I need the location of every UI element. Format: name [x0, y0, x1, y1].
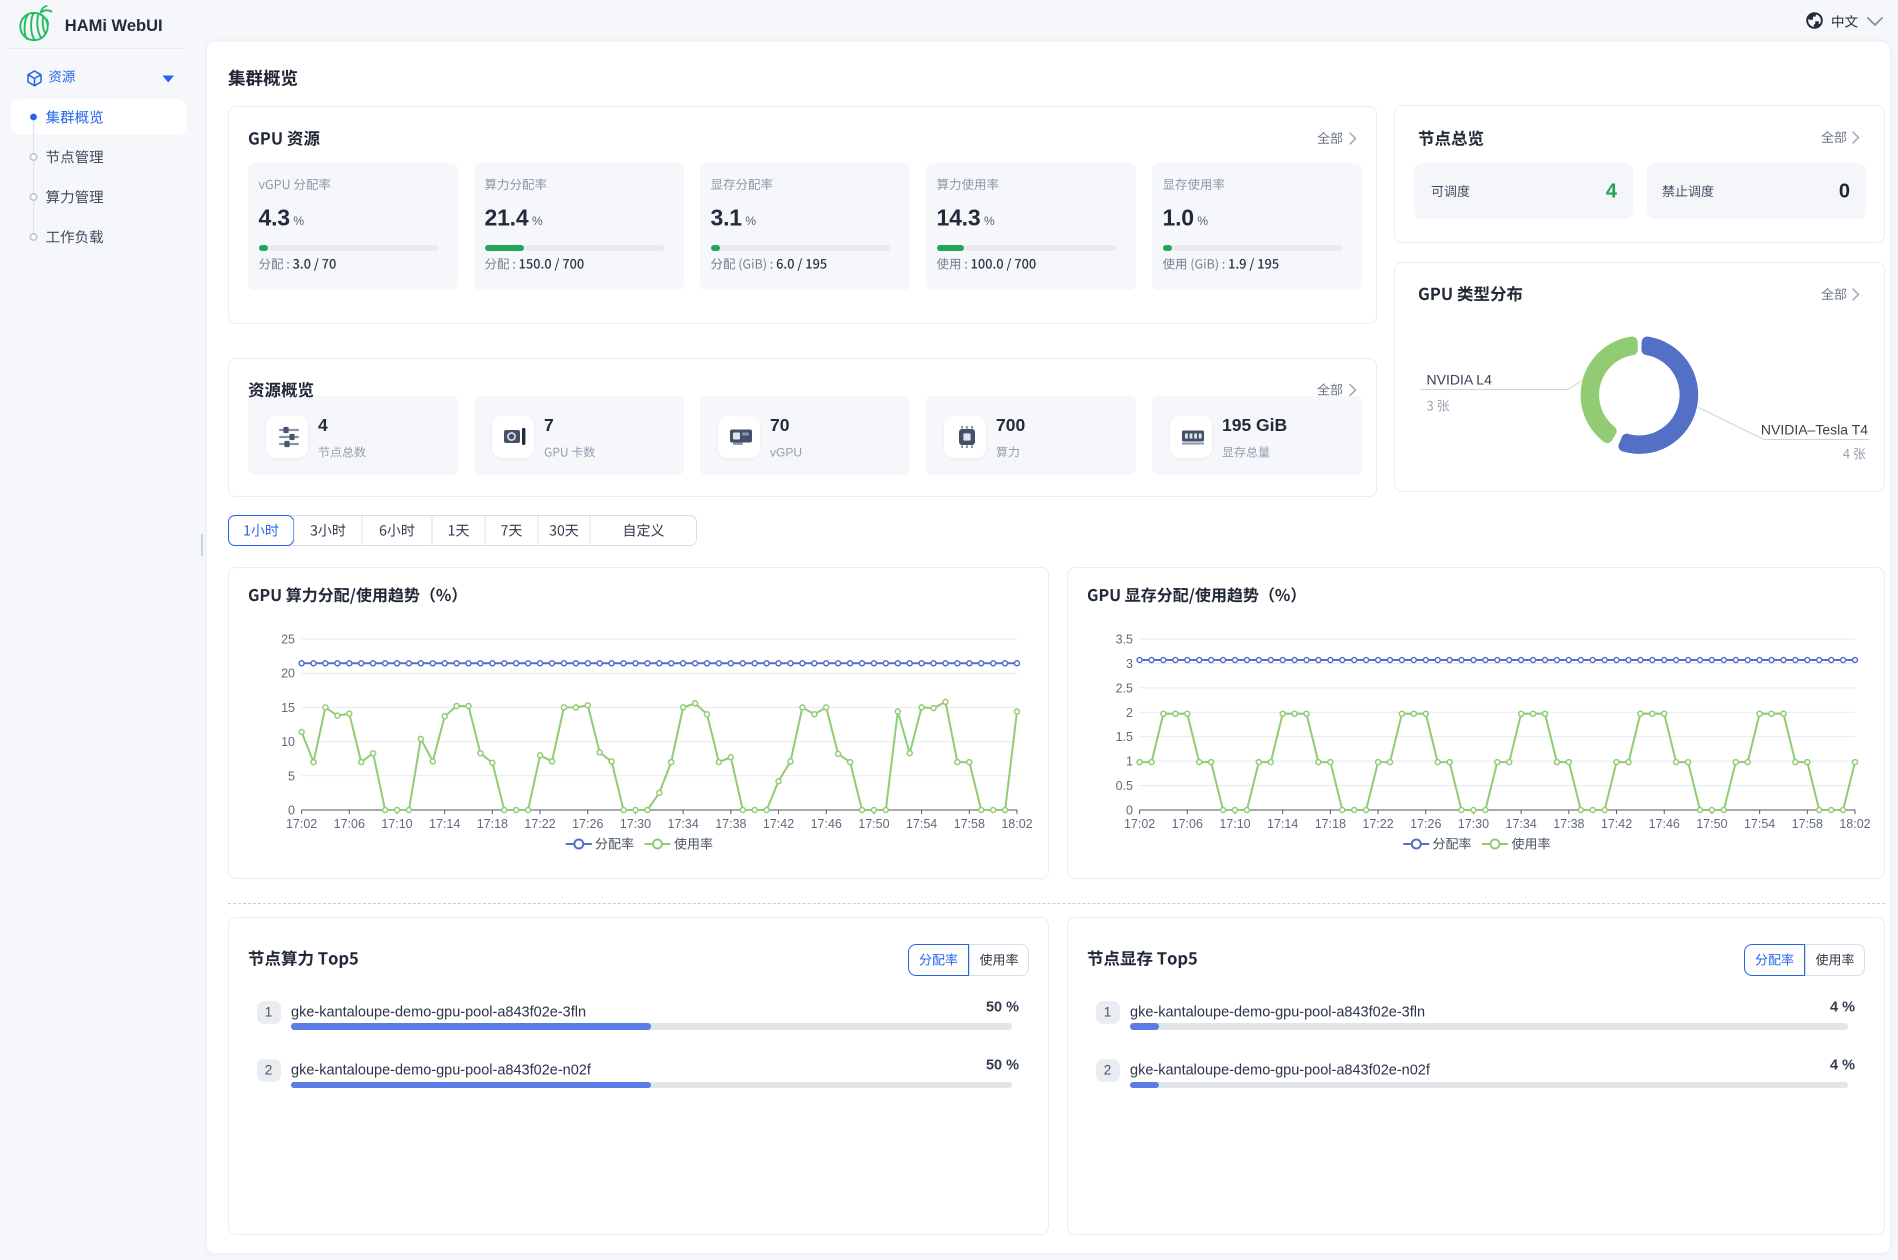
svg-text:10: 10 [281, 735, 295, 749]
svg-text:NVIDIA–Tesla T4: NVIDIA–Tesla T4 [1761, 422, 1868, 438]
svg-text:17:30: 17:30 [620, 817, 651, 831]
svg-text:17:26: 17:26 [572, 817, 603, 831]
svg-text:4.3: 4.3 [259, 205, 290, 231]
svg-text:17:38: 17:38 [1553, 817, 1584, 831]
svg-text:17:22: 17:22 [1362, 817, 1393, 831]
svg-text:1: 1 [1126, 755, 1133, 769]
svg-text:vGPU: vGPU [770, 446, 802, 460]
svg-text:18:02: 18:02 [1001, 817, 1032, 831]
svg-text:1.0: 1.0 [1163, 205, 1194, 231]
svg-text:%: % [293, 214, 304, 228]
svg-text:3: 3 [1126, 657, 1133, 671]
svg-text:2: 2 [1104, 1063, 1112, 1078]
svg-text:%: % [1197, 214, 1208, 228]
svg-text:7: 7 [544, 415, 554, 435]
svg-text:21.4: 21.4 [485, 205, 529, 231]
svg-text:17:34: 17:34 [668, 817, 699, 831]
svg-text:17:54: 17:54 [906, 817, 937, 831]
svg-text:0: 0 [288, 804, 295, 818]
svg-text:17:46: 17:46 [811, 817, 842, 831]
svg-text:1: 1 [265, 1004, 273, 1019]
svg-text:0: 0 [1126, 804, 1133, 818]
svg-text:50 %: 50 % [986, 1058, 1019, 1074]
svg-text:gke-kantaloupe-demo-gpu-pool-a: gke-kantaloupe-demo-gpu-pool-a843f02e-n0… [291, 1063, 592, 1079]
svg-text:17:42: 17:42 [1601, 817, 1632, 831]
svg-text:2: 2 [1126, 706, 1133, 720]
svg-text:2.5: 2.5 [1116, 681, 1133, 695]
svg-text:17:02: 17:02 [1124, 817, 1155, 831]
svg-text:17:10: 17:10 [1219, 817, 1250, 831]
svg-text:17:22: 17:22 [524, 817, 555, 831]
svg-text:50 %: 50 % [986, 1000, 1019, 1016]
svg-text:17:14: 17:14 [1267, 817, 1298, 831]
svg-text:17:54: 17:54 [1744, 817, 1775, 831]
svg-text:17:26: 17:26 [1410, 817, 1441, 831]
svg-text:gke-kantaloupe-demo-gpu-pool-a: gke-kantaloupe-demo-gpu-pool-a843f02e-n0… [1130, 1063, 1431, 1079]
svg-text:4: 4 [1606, 181, 1618, 203]
svg-text:20: 20 [281, 667, 295, 681]
svg-text:17:50: 17:50 [1696, 817, 1727, 831]
svg-text:4: 4 [318, 415, 328, 435]
svg-text:70: 70 [770, 415, 790, 435]
svg-text:17:42: 17:42 [763, 817, 794, 831]
svg-text:17:18: 17:18 [1315, 817, 1346, 831]
svg-text:%: % [745, 214, 756, 228]
svg-text:%: % [984, 214, 995, 228]
svg-text:NVIDIA L4: NVIDIA L4 [1427, 372, 1493, 388]
svg-text:2: 2 [265, 1063, 273, 1078]
svg-text:3.1: 3.1 [711, 205, 743, 231]
svg-text:17:50: 17:50 [858, 817, 889, 831]
svg-text:17:06: 17:06 [1172, 817, 1203, 831]
svg-text:0.5: 0.5 [1116, 779, 1133, 793]
svg-text:17:14: 17:14 [429, 817, 460, 831]
svg-text:4 %: 4 % [1830, 1058, 1855, 1074]
svg-text:3.5: 3.5 [1116, 633, 1133, 647]
svg-text:17:06: 17:06 [334, 817, 365, 831]
svg-text:17:30: 17:30 [1458, 817, 1489, 831]
svg-text:14.3: 14.3 [937, 205, 981, 231]
svg-text:gke-kantaloupe-demo-gpu-pool-a: gke-kantaloupe-demo-gpu-pool-a843f02e-3f… [291, 1005, 586, 1021]
svg-text:1.5: 1.5 [1116, 730, 1133, 744]
svg-text:18:02: 18:02 [1839, 817, 1870, 831]
svg-text:17:34: 17:34 [1506, 817, 1537, 831]
svg-text:0: 0 [1839, 181, 1850, 203]
svg-text:5: 5 [288, 769, 295, 783]
svg-text:17:18: 17:18 [477, 817, 508, 831]
svg-text:25: 25 [281, 633, 295, 647]
svg-text:17:46: 17:46 [1649, 817, 1680, 831]
svg-text:17:58: 17:58 [954, 817, 985, 831]
svg-text:17:10: 17:10 [381, 817, 412, 831]
svg-text:17:02: 17:02 [286, 817, 317, 831]
svg-text:17:38: 17:38 [715, 817, 746, 831]
svg-text:1: 1 [1104, 1004, 1112, 1019]
svg-text:195 GiB: 195 GiB [1222, 415, 1287, 435]
svg-text:17:58: 17:58 [1792, 817, 1823, 831]
svg-text:%: % [532, 214, 543, 228]
svg-text:15: 15 [281, 701, 295, 715]
svg-text:HAMi WebUI: HAMi WebUI [65, 17, 163, 35]
svg-text:700: 700 [996, 415, 1025, 435]
svg-text:4 %: 4 % [1830, 1000, 1855, 1016]
svg-text:gke-kantaloupe-demo-gpu-pool-a: gke-kantaloupe-demo-gpu-pool-a843f02e-3f… [1130, 1005, 1425, 1021]
